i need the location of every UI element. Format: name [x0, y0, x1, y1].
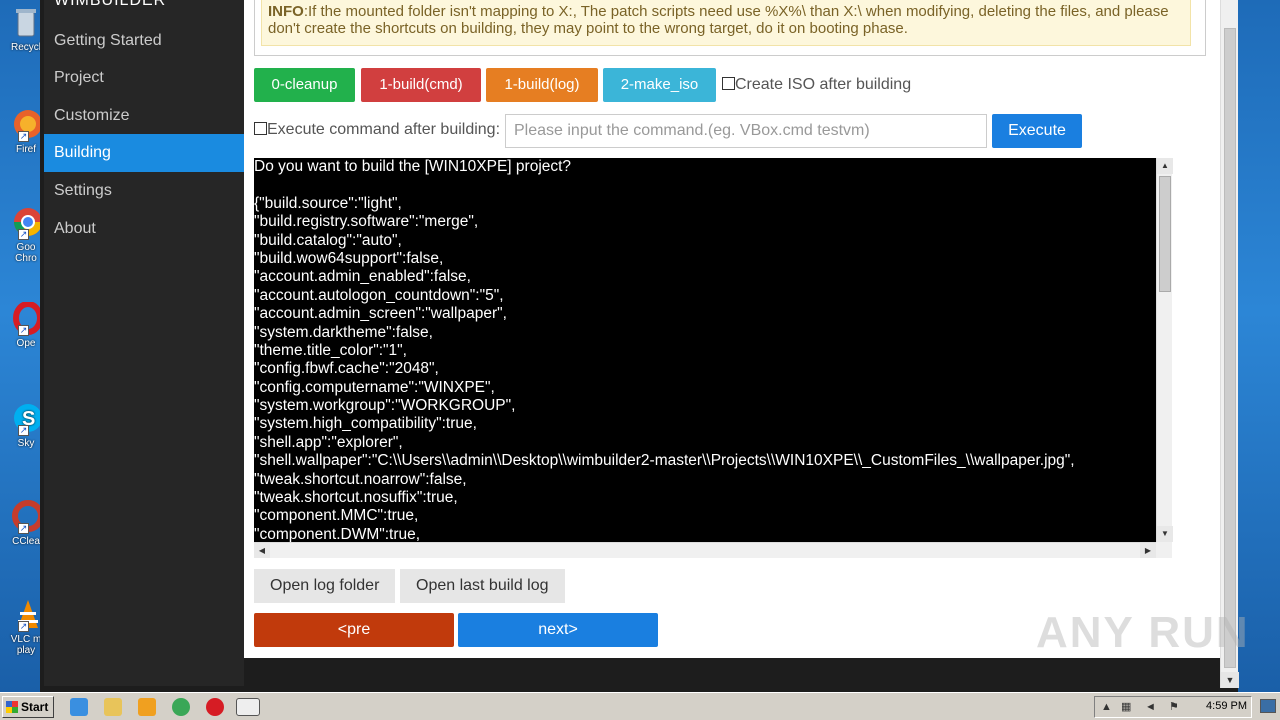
- system-tray: ▲ ▦ ◄ ⚑ 4:59 PM: [1094, 696, 1252, 718]
- console-line: "config.fbwf.cache":"2048",: [254, 360, 439, 378]
- scroll-corner: [1156, 542, 1172, 558]
- console-line: "component.MMC":true,: [254, 507, 419, 525]
- open-last-build-log-button[interactable]: Open last build log: [400, 569, 565, 603]
- nav-settings[interactable]: Settings: [44, 172, 244, 210]
- brand-title: WIMBUILDER: [54, 0, 167, 9]
- console-line: {"build.source":"light",: [254, 194, 402, 212]
- execute-after-checkbox[interactable]: [254, 122, 267, 135]
- create-iso-label: Create ISO after building: [735, 76, 912, 93]
- window-scroll-thumb[interactable]: [1224, 28, 1236, 668]
- command-input[interactable]: [505, 114, 987, 148]
- console-horizontal-scrollbar[interactable]: ◀ ▶: [254, 542, 1156, 558]
- firefox-icon: ↗: [10, 108, 42, 142]
- build-cmd-button[interactable]: 1-build(cmd): [361, 68, 481, 102]
- console-line: "account.admin_enabled":false,: [254, 268, 471, 286]
- console-line: "shell.wallpaper":"C:\\Users\\admin\\Des…: [254, 452, 1075, 470]
- scroll-right-icon[interactable]: ▶: [1140, 543, 1156, 558]
- anyrun-watermark: ANY RUN: [1036, 608, 1250, 657]
- recycle-bin-icon: [10, 6, 42, 40]
- info-title: INFO: [268, 3, 304, 20]
- explorer-taskbar-icon[interactable]: [104, 698, 122, 716]
- scroll-thumb[interactable]: [1159, 176, 1171, 292]
- cleanup-button[interactable]: 0-cleanup: [254, 68, 355, 102]
- console-line: "theme.title_color":"1",: [254, 341, 407, 359]
- ie-taskbar-icon[interactable]: [70, 698, 88, 716]
- windows-flag-icon: [6, 701, 18, 713]
- window-scroll-down-icon[interactable]: ▼: [1221, 672, 1239, 688]
- prev-button[interactable]: <pre: [254, 613, 454, 647]
- chrome-icon: ↗: [10, 206, 42, 240]
- scroll-up-icon[interactable]: ▲: [1157, 158, 1173, 174]
- network-icon[interactable]: ▦: [1121, 701, 1133, 713]
- show-desktop-icon[interactable]: [1260, 699, 1276, 713]
- console-line: "account.autologon_countdown":"5",: [254, 286, 504, 304]
- taskbar: Start ▲ ▦ ◄ ⚑ 4:59 PM: [0, 692, 1280, 720]
- create-iso-checkbox[interactable]: [722, 77, 735, 90]
- nav-customize[interactable]: Customize: [44, 97, 244, 135]
- console-line: "build.wow64support":false,: [254, 249, 444, 267]
- console-line: "system.workgroup":"WORKGROUP",: [254, 397, 516, 415]
- volume-icon[interactable]: ◄: [1145, 701, 1157, 713]
- wimbuilder-taskbar-icon[interactable]: [236, 698, 260, 716]
- build-output-console[interactable]: Do you want to build the [WIN10XPE] proj…: [254, 158, 1156, 542]
- build-log-button[interactable]: 1-build(log): [486, 68, 598, 102]
- console-line: "build.registry.software":"merge",: [254, 213, 479, 231]
- opera-icon: ↗: [10, 301, 43, 336]
- clock[interactable]: 4:59 PM: [1206, 700, 1247, 712]
- nav-building[interactable]: Building: [44, 134, 244, 172]
- make-iso-button[interactable]: 2-make_iso: [603, 68, 716, 102]
- console-line: "system.darktheme":false,: [254, 323, 433, 341]
- console-line: "account.admin_screen":"wallpaper",: [254, 305, 507, 323]
- execute-button[interactable]: Execute: [992, 114, 1082, 148]
- console-line: Do you want to build the [WIN10XPE] proj…: [254, 158, 572, 175]
- console-vertical-scrollbar[interactable]: ▲ ▼: [1156, 158, 1173, 542]
- tray-expand-icon[interactable]: ▲: [1101, 701, 1113, 713]
- start-button[interactable]: Start: [2, 696, 54, 718]
- console-line: "build.catalog":"auto",: [254, 231, 402, 249]
- execute-after-label: Execute command after building:: [267, 121, 501, 138]
- ccleaner-icon: ↗: [10, 500, 44, 534]
- scroll-left-icon[interactable]: ◀: [254, 543, 270, 558]
- action-center-flag-icon[interactable]: ⚑: [1169, 701, 1181, 713]
- console-line: "shell.app":"explorer",: [254, 433, 403, 451]
- info-panel: INFO:If the mounted folder isn't mapping…: [254, 0, 1206, 56]
- console-line: "tweak.shortcut.noarrow":false,: [254, 470, 467, 488]
- wimbuilder-window: WIMBUILDER Getting Started Project Custo…: [40, 0, 1239, 692]
- vlc-icon: ↗: [10, 598, 42, 632]
- chrome-taskbar-icon[interactable]: [172, 698, 190, 716]
- next-button[interactable]: next>: [458, 613, 658, 647]
- console-line: "tweak.shortcut.nosuffix":true,: [254, 489, 458, 507]
- console-line: "system.high_compatibility":true,: [254, 415, 477, 433]
- open-log-folder-button[interactable]: Open log folder: [254, 569, 396, 603]
- nav-about[interactable]: About: [44, 210, 244, 248]
- desktop: Recycl ↗ Firef ↗ Goo Chro ↗ Ope S ↗ Sky …: [0, 0, 1280, 692]
- console-line: "component.DWM":true,: [254, 525, 421, 542]
- console-line: "config.computername":"WINXPE",: [254, 378, 495, 396]
- info-box: INFO:If the mounted folder isn't mapping…: [261, 0, 1191, 46]
- sidebar: WIMBUILDER Getting Started Project Custo…: [44, 0, 244, 686]
- main-content: INFO:If the mounted folder isn't mapping…: [244, 0, 1220, 658]
- media-player-taskbar-icon[interactable]: [138, 698, 156, 716]
- info-text: :If the mounted folder isn't mapping to …: [268, 3, 1169, 37]
- skype-icon: S ↗: [10, 402, 42, 436]
- nav-project[interactable]: Project: [44, 59, 244, 97]
- opera-taskbar-icon[interactable]: [206, 698, 224, 716]
- nav-getting-started[interactable]: Getting Started: [44, 22, 244, 60]
- scroll-down-icon[interactable]: ▼: [1157, 526, 1173, 542]
- window-scrollbar[interactable]: ▼: [1220, 0, 1239, 688]
